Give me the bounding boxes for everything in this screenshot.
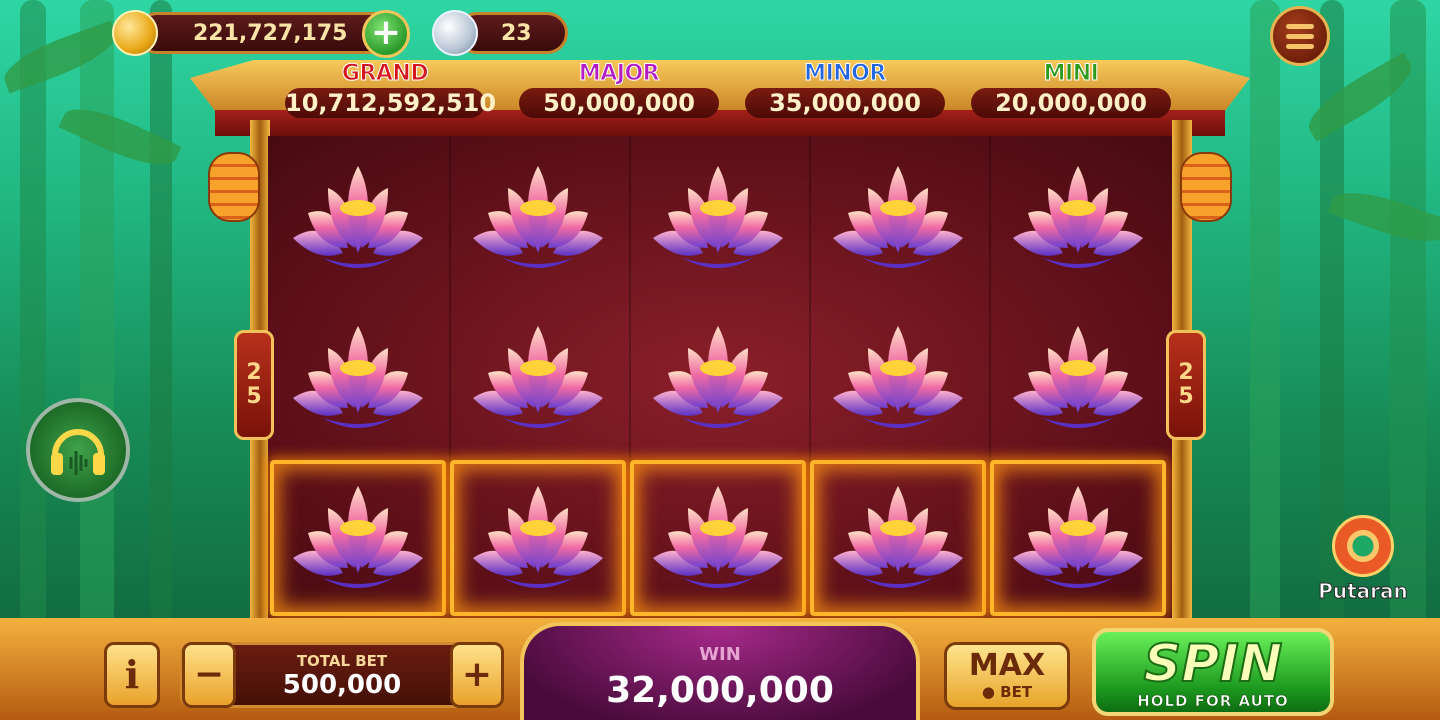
menu-button[interactable] xyxy=(1270,6,1330,66)
info-icon: i xyxy=(124,652,140,697)
lotus-flower-icon xyxy=(833,166,963,268)
audio-toggle-button[interactable] xyxy=(26,398,130,502)
jackpot-major-value: 50,000,000 xyxy=(519,88,719,118)
add-coins-button[interactable]: + xyxy=(362,10,410,58)
reel-cell xyxy=(270,300,446,456)
plus-icon: + xyxy=(461,654,493,695)
total-bet-title: TOTAL BET xyxy=(296,652,388,670)
silver-token-icon xyxy=(432,10,478,56)
info-button[interactable]: i xyxy=(104,642,160,708)
decrease-bet-button[interactable]: − xyxy=(182,642,236,708)
jackpot-mini-label: MINI xyxy=(1043,61,1099,87)
lantern-left xyxy=(208,152,260,222)
total-bet-value: 500,000 xyxy=(282,670,402,700)
reel-cell xyxy=(810,300,986,456)
jackpot-grand-label: GRAND xyxy=(341,61,429,87)
reel-cell xyxy=(450,140,626,296)
lotus-flower-icon xyxy=(1013,486,1143,588)
jackpot-minor-label: MINOR xyxy=(804,61,887,87)
lotus-flower-icon xyxy=(653,166,783,268)
reel-cell xyxy=(450,460,626,616)
reel-cell xyxy=(270,140,446,296)
jackpot-major: MAJOR 50,000,000 xyxy=(514,60,724,118)
spin-label: SPIN xyxy=(1143,634,1283,694)
spin-hold-hint: HOLD FOR AUTO xyxy=(1137,692,1289,711)
increase-bet-button[interactable]: + xyxy=(450,642,504,708)
reel-cell xyxy=(270,460,446,616)
jackpot-grand-value: 10,712,592,510 xyxy=(285,88,497,118)
token-balance-value: 23 xyxy=(501,20,532,46)
headphones-icon xyxy=(51,429,105,475)
lotus-flower-icon xyxy=(833,486,963,588)
lotus-flower-icon xyxy=(293,486,423,588)
plus-icon: + xyxy=(370,12,402,53)
hamburger-menu-icon xyxy=(1286,23,1314,29)
reel-cell xyxy=(630,460,806,616)
max-bet-label: MAX xyxy=(968,648,1046,683)
lotus-flower-icon xyxy=(1013,166,1143,268)
paylines-digit: 5 xyxy=(1178,384,1194,409)
lantern-right xyxy=(1180,152,1232,222)
max-bet-button[interactable]: MAX ● BET xyxy=(944,642,1070,710)
win-amount: 32,000,000 xyxy=(606,670,834,711)
jackpot-grand: GRAND 10,712,592,510 xyxy=(280,60,497,118)
paylines-digit: 2 xyxy=(1178,360,1194,385)
paylines-digit: 2 xyxy=(246,360,262,385)
lotus-flower-icon xyxy=(473,486,603,588)
lotus-flower-icon xyxy=(293,326,423,428)
lotus-flower-icon xyxy=(653,486,783,588)
paylines-digit: 5 xyxy=(246,384,262,409)
lotus-flower-icon xyxy=(653,326,783,428)
coin-balance-value: 221,727,175 xyxy=(193,20,348,46)
minus-icon: − xyxy=(193,654,225,695)
lotus-flower-icon xyxy=(293,166,423,268)
reel-cell xyxy=(990,300,1166,456)
reel-cell xyxy=(810,140,986,296)
reel-cell xyxy=(630,140,806,296)
win-title: WIN xyxy=(699,644,741,665)
jackpot-mini-value: 20,000,000 xyxy=(971,88,1171,118)
max-bet-sub: ● BET xyxy=(981,683,1033,701)
spin-button[interactable]: SPIN HOLD FOR AUTO xyxy=(1092,628,1334,716)
jackpot-minor-value: 35,000,000 xyxy=(745,88,945,118)
reel-cell xyxy=(990,140,1166,296)
jackpot-minor: MINOR 35,000,000 xyxy=(740,60,950,118)
reel-cell xyxy=(990,460,1166,616)
prize-wheel-icon xyxy=(1332,515,1394,577)
reel-cell xyxy=(630,300,806,456)
reel-cell xyxy=(810,460,986,616)
paylines-badge-right: 2 5 xyxy=(1166,330,1206,440)
paylines-badge-left: 2 5 xyxy=(234,330,274,440)
reel-cell xyxy=(450,300,626,456)
gold-coin-icon xyxy=(112,10,158,56)
lotus-flower-icon xyxy=(473,326,603,428)
jackpot-mini: MINI 20,000,000 xyxy=(966,60,1176,118)
lotus-flower-icon xyxy=(473,166,603,268)
lotus-flower-icon xyxy=(1013,326,1143,428)
lotus-flower-icon xyxy=(833,326,963,428)
putaran-label: Putaran xyxy=(1318,579,1409,604)
putaran-button[interactable]: Putaran xyxy=(1316,515,1410,610)
jackpot-major-label: MAJOR xyxy=(578,61,660,87)
